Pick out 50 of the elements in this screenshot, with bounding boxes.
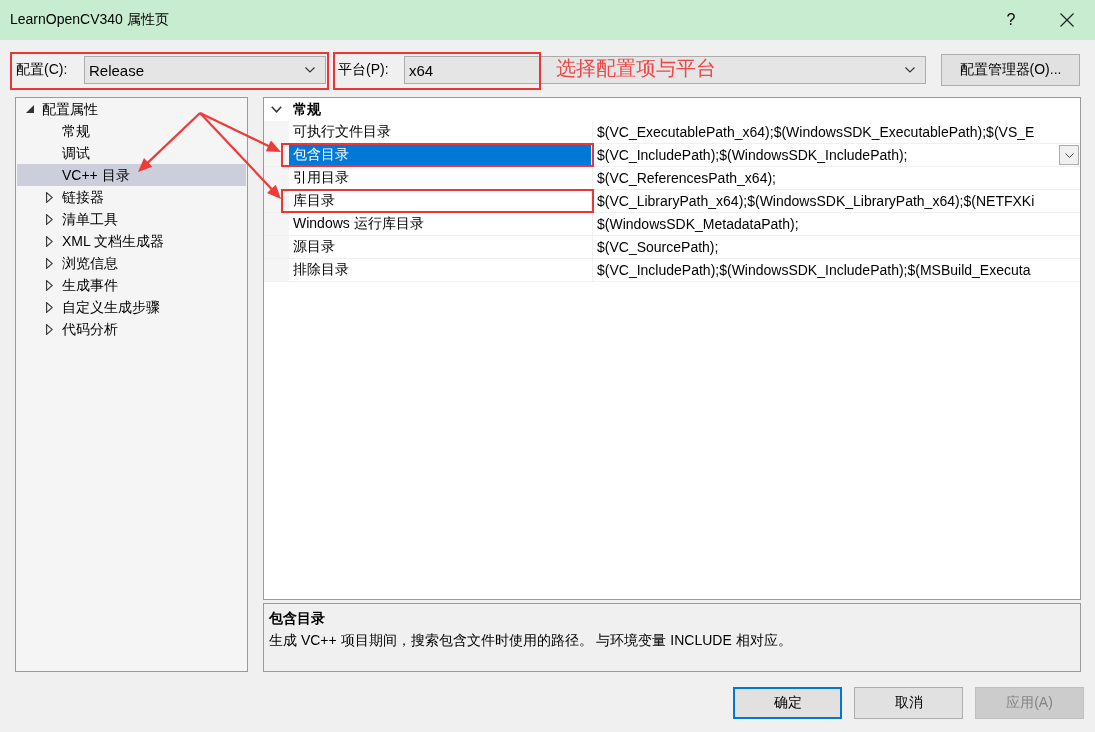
chevron-down-icon [305, 67, 315, 73]
annotation-note: 选择配置项与平台 [556, 56, 716, 81]
description-text: 生成 VC++ 项目期间，搜索包含文件时使用的路径。 与环境变量 INCLUDE 相对应。 [269, 631, 793, 650]
collapsed-triangle-icon[interactable] [46, 323, 53, 335]
configuration-label: 配置(C): [16, 61, 69, 79]
tree-item[interactable]: 配置属性 [17, 98, 246, 120]
dialog-button[interactable]: 确定 [733, 687, 842, 719]
help-button[interactable]: ? [991, 0, 1031, 40]
collapsed-triangle-icon[interactable] [46, 191, 53, 203]
property-name[interactable]: 包含目录 [289, 145, 592, 165]
property-value: $(VC_IncludePath);$(WindowsSDK_IncludePath);$(MSBuild_Executa [597, 262, 1032, 278]
property-value: $(VC_IncludePath);$(WindowsSDK_IncludePath); [597, 147, 909, 163]
property-name[interactable]: Windows 运行库目录 [289, 213, 593, 235]
property-value: $(VC_ReferencesPath_x64); [597, 170, 777, 186]
tree-item[interactable]: 调试 [17, 142, 246, 164]
configuration-dropdown[interactable]: Release [84, 56, 326, 84]
chevron-down-icon [1064, 152, 1074, 158]
window-title: LearnOpenCV340 属性页 [10, 11, 170, 29]
configuration-manager-button[interactable]: 配置管理器(O)... [941, 54, 1080, 86]
collapsed-triangle-icon[interactable] [46, 213, 53, 225]
property-value: $(VC_LibraryPath_x64);$(WindowsSDK_LibraryPath_x64);$(NETFXKi [597, 193, 1036, 209]
tree-item[interactable]: 代码分析 [17, 318, 246, 340]
property-value: $(VC_SourcePath); [597, 239, 720, 255]
tree-item[interactable]: VC++ 目录 [17, 164, 246, 186]
expanded-triangle-icon[interactable] [26, 105, 34, 113]
category-label: 常规 [293, 100, 321, 119]
description-title: 包含目录 [269, 609, 326, 628]
property-name[interactable]: 排除目录 [289, 259, 593, 281]
tree-item[interactable]: XML 文档生成器 [17, 230, 246, 252]
property-value: $(WindowsSDK_MetadataPath); [597, 216, 800, 232]
platform-label: 平台(P): [338, 61, 390, 79]
tree-item[interactable]: 浏览信息 [17, 252, 246, 274]
chevron-down-icon [905, 67, 915, 73]
tree-item[interactable]: 生成事件 [17, 274, 246, 296]
tree-item[interactable]: 清单工具 [17, 208, 246, 230]
collapsed-triangle-icon[interactable] [46, 235, 53, 247]
tree-item[interactable]: 链接器 [17, 186, 246, 208]
tree-item[interactable]: 常规 [17, 120, 246, 142]
property-name[interactable]: 源目录 [289, 236, 593, 258]
chevron-down-icon[interactable] [271, 106, 282, 113]
dialog-button[interactable]: 取消 [854, 687, 963, 719]
collapsed-triangle-icon[interactable] [46, 279, 53, 291]
collapsed-triangle-icon[interactable] [46, 301, 53, 313]
property-value: $(VC_ExecutablePath_x64);$(WindowsSDK_ExecutablePath);$(VS_E [597, 124, 1036, 140]
property-name[interactable]: 引用目录 [289, 167, 593, 189]
collapsed-triangle-icon[interactable] [46, 257, 53, 269]
property-name[interactable]: 可执行文件目录 [289, 121, 593, 143]
property-name[interactable]: 库目录 [289, 191, 592, 211]
tree-item[interactable]: 自定义生成步骤 [17, 296, 246, 318]
close-icon [1060, 13, 1074, 27]
